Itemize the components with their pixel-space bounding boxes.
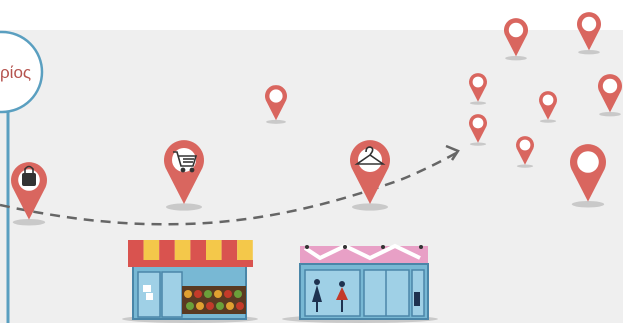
striped-awning bbox=[128, 240, 253, 267]
clothing-storefront bbox=[282, 243, 438, 323]
location-illustration: ρίος bbox=[0, 0, 623, 323]
grocery-storefront bbox=[122, 240, 258, 323]
awning-trim bbox=[128, 260, 253, 267]
circle-label: ρίος bbox=[0, 63, 31, 82]
scene-canvas: ρίος bbox=[0, 0, 623, 323]
